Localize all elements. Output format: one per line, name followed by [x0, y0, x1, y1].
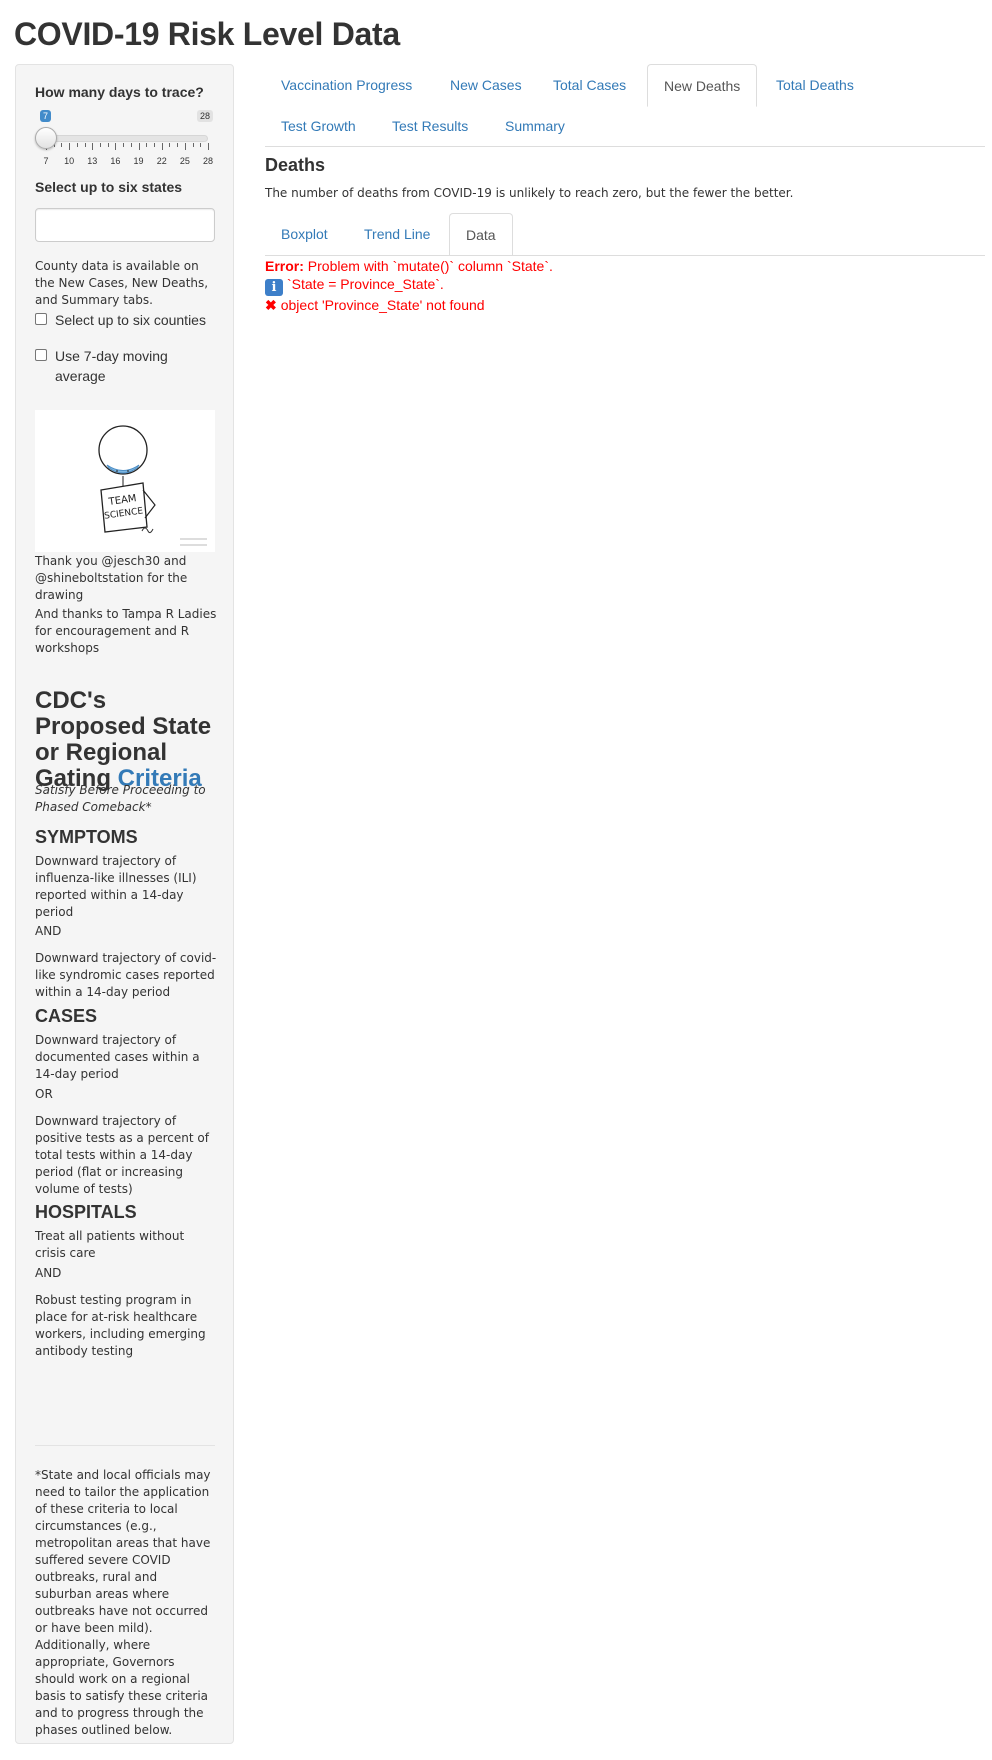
sidebar-divider [35, 1445, 215, 1446]
slider-tick-label: 10 [64, 156, 75, 166]
cases-p1: Downward trajectory of documented cases … [35, 1033, 200, 1081]
tab-total-cases[interactable]: Total Cases [537, 64, 642, 106]
subtab-trend-line[interactable]: Trend Line [348, 213, 446, 255]
section-description: The number of deaths from COVID-19 is un… [265, 186, 794, 200]
slider-tick [123, 143, 125, 147]
main-tabs: Vaccination Progress New Cases Total Cas… [265, 64, 985, 164]
tab-new-deaths[interactable]: New Deaths [647, 64, 758, 107]
error-output: Error: Problem with `mutate()` column `S… [265, 257, 553, 314]
cross-icon: ✖ [265, 297, 277, 313]
symptoms-p2: Downward trajectory of covid-like syndro… [35, 951, 217, 999]
slider-tick-label: 7 [43, 156, 49, 166]
slider-tick-label: 13 [87, 156, 98, 166]
tab-summary[interactable]: Summary [489, 105, 581, 147]
main-tabs-divider [265, 146, 985, 147]
moving-average-checkbox-label[interactable]: Use 7-day moving average [55, 346, 217, 386]
cases-p2: Downward trajectory of positive tests as… [35, 1114, 209, 1196]
hospitals-p2: Robust testing program in place for at-r… [35, 1293, 206, 1358]
criteria-title: CDC's Proposed State or Regional Gating … [35, 688, 217, 792]
slider-tick [107, 143, 109, 147]
sub-tabs-divider [265, 255, 985, 256]
tab-new-cases[interactable]: New Cases [434, 64, 538, 106]
criteria-subtitle: Satisfy Before Proceeding to Phased Come… [35, 783, 206, 814]
moving-average-checkbox-row[interactable]: Use 7-day moving average [35, 346, 217, 386]
slider-tick-label: 22 [156, 156, 167, 166]
slider-tick [130, 143, 132, 147]
symptoms-p1: Downward trajectory of influenza-like il… [35, 854, 197, 919]
cases-conjunction: OR [35, 1087, 53, 1101]
states-label: Select up to six states [35, 179, 183, 195]
slider-tick [69, 143, 71, 150]
error-message-3: object 'Province_State' not found [280, 297, 485, 313]
thanks-tampa-text: And thanks to Tampa R Ladies for encoura… [35, 607, 217, 655]
info-icon: i [265, 279, 283, 296]
error-line-1: Error: Problem with `mutate()` column `S… [265, 257, 553, 275]
tab-test-growth[interactable]: Test Growth [265, 105, 372, 147]
slider-tick [100, 143, 101, 147]
error-message-1: Problem with `mutate()` column `State`. [307, 258, 553, 274]
symptoms-heading: SYMPTOMS [35, 827, 138, 847]
sub-tabs: Boxplot Trend Line Data [265, 213, 985, 257]
slider-tick [169, 143, 171, 147]
symptoms-conjunction: AND [35, 924, 62, 938]
thanks-drawing-text: Thank you @jesch30 and @shineboltstation… [35, 554, 188, 602]
slider-tick [61, 143, 63, 147]
section-heading: Deaths [265, 155, 326, 175]
cases-heading: CASES [35, 1006, 98, 1026]
slider-handle[interactable] [35, 127, 57, 149]
slider-tick-label: 25 [179, 156, 190, 166]
tab-total-deaths[interactable]: Total Deaths [760, 64, 870, 106]
slider-tick-label: 16 [110, 156, 121, 166]
slider-max-badge: 28 [197, 110, 214, 122]
slider-tick [192, 143, 194, 147]
team-science-drawing: TEAM SCIENCE [35, 410, 215, 552]
counties-checkbox[interactable] [35, 313, 47, 325]
counties-checkbox-row[interactable]: Select up to six counties [35, 310, 217, 330]
hospitals-p1: Treat all patients without crisis care [35, 1229, 185, 1260]
slider-tick [154, 143, 155, 147]
subtab-data[interactable]: Data [449, 213, 513, 256]
slider-tick-label: 28 [202, 156, 213, 166]
sidebar-panel: How many days to trace? 7 28 7 10 13 16 19 22… [15, 64, 234, 1744]
slider-track[interactable] [45, 135, 208, 142]
hospitals-conjunction: AND [35, 1266, 62, 1280]
criteria-footnote: *State and local officials may need to t… [35, 1468, 211, 1737]
slider-tick [146, 143, 148, 147]
slider-tick [115, 143, 117, 150]
error-message-2: `State = Province_State`. [287, 276, 444, 292]
states-select-input[interactable] [35, 208, 215, 242]
slider-tick [76, 143, 78, 147]
slider-tick [92, 143, 94, 150]
days-slider[interactable]: 7 28 7 10 13 16 19 22 25 28 [35, 65, 217, 185]
slider-tick [208, 143, 209, 150]
slider-tick [84, 143, 86, 147]
slider-tick [200, 143, 202, 147]
slider-tick [161, 143, 163, 150]
error-line-3: ✖ object 'Province_State' not found [265, 296, 553, 314]
moving-average-checkbox[interactable] [35, 349, 47, 361]
counties-checkbox-label[interactable]: Select up to six counties [55, 310, 206, 330]
slider-tick [138, 143, 140, 150]
slider-tick [184, 143, 186, 150]
page-title: COVID-19 Risk Level Data [14, 16, 400, 52]
tab-test-results[interactable]: Test Results [376, 105, 484, 147]
slider-min-badge: 7 [40, 110, 52, 122]
error-prefix: Error: [265, 258, 304, 274]
tab-vaccination-progress[interactable]: Vaccination Progress [265, 64, 428, 106]
county-note: County data is available on the New Case… [35, 259, 209, 307]
hospitals-heading: HOSPITALS [35, 1202, 137, 1222]
slider-tick-label: 19 [133, 156, 144, 166]
team-science-illustration: TEAM SCIENCE [98, 425, 207, 546]
subtab-boxplot[interactable]: Boxplot [265, 213, 344, 255]
slider-tick [177, 143, 179, 147]
error-line-2: i `State = Province_State`. [265, 275, 553, 296]
